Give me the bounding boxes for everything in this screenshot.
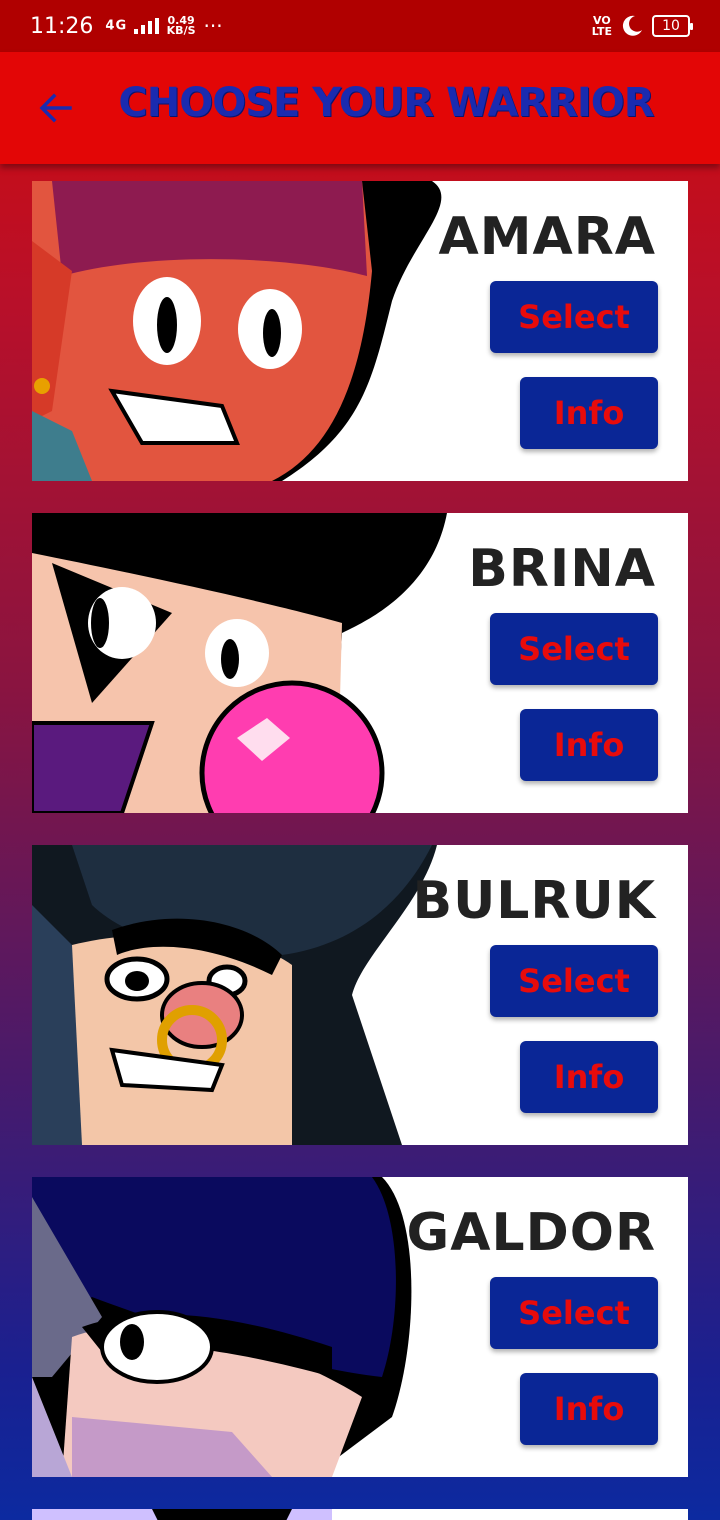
warrior-portrait-galdor — [32, 1177, 412, 1477]
warrior-name: BRINA — [468, 539, 656, 599]
warrior-list: AMARA Select Info BRINA Select Info BULR… — [32, 181, 688, 1520]
warrior-portrait-bulruk — [32, 845, 437, 1145]
warrior-card: GALDOR Select Info — [32, 1177, 688, 1477]
select-button[interactable]: Select — [490, 281, 658, 353]
warrior-portrait-amara — [32, 181, 442, 481]
network-indicator: 4G — [105, 18, 159, 34]
info-button[interactable]: Info — [520, 377, 658, 449]
battery-level: 10 — [662, 18, 680, 34]
warrior-name: BULRUK — [412, 871, 656, 931]
network-type: 4G — [105, 18, 128, 34]
warrior-card: BRINA Select Info — [32, 513, 688, 813]
warrior-card: AMARA Select Info — [32, 181, 688, 481]
warrior-name: GALDOR — [406, 1203, 656, 1263]
battery-icon: 10 — [652, 15, 693, 37]
select-button[interactable]: Select — [490, 945, 658, 1017]
status-right: VO LTE 10 — [592, 14, 693, 38]
info-button[interactable]: Info — [520, 1373, 658, 1445]
warrior-name: AMARA — [438, 207, 656, 267]
select-button[interactable]: Select — [490, 1277, 658, 1349]
info-button[interactable]: Info — [520, 1041, 658, 1113]
page-title: CHOOSE YOUR WARRIOR — [118, 80, 654, 126]
data-speed: 0.49 KB/S — [166, 15, 196, 37]
info-button[interactable]: Info — [520, 709, 658, 781]
select-button[interactable]: Select — [490, 613, 658, 685]
speed-unit: KB/S — [166, 24, 196, 37]
volte-bottom: LTE — [591, 25, 612, 38]
warrior-portrait-partial — [32, 1509, 332, 1520]
status-bar: 11:26 4G 0.49 KB/S ··· VO LTE 10 — [0, 0, 720, 52]
more-notifications-icon: ··· — [203, 14, 223, 38]
warrior-card-partial — [32, 1509, 688, 1520]
warrior-card: BULRUK Select Info — [32, 845, 688, 1145]
status-time: 11:26 — [30, 13, 94, 39]
volte-indicator: VO LTE — [592, 15, 612, 37]
moon-icon — [622, 15, 642, 36]
app-bar: CHOOSE YOUR WARRIOR — [0, 52, 720, 164]
warrior-portrait-brina — [32, 513, 447, 813]
signal-icon — [133, 18, 159, 34]
